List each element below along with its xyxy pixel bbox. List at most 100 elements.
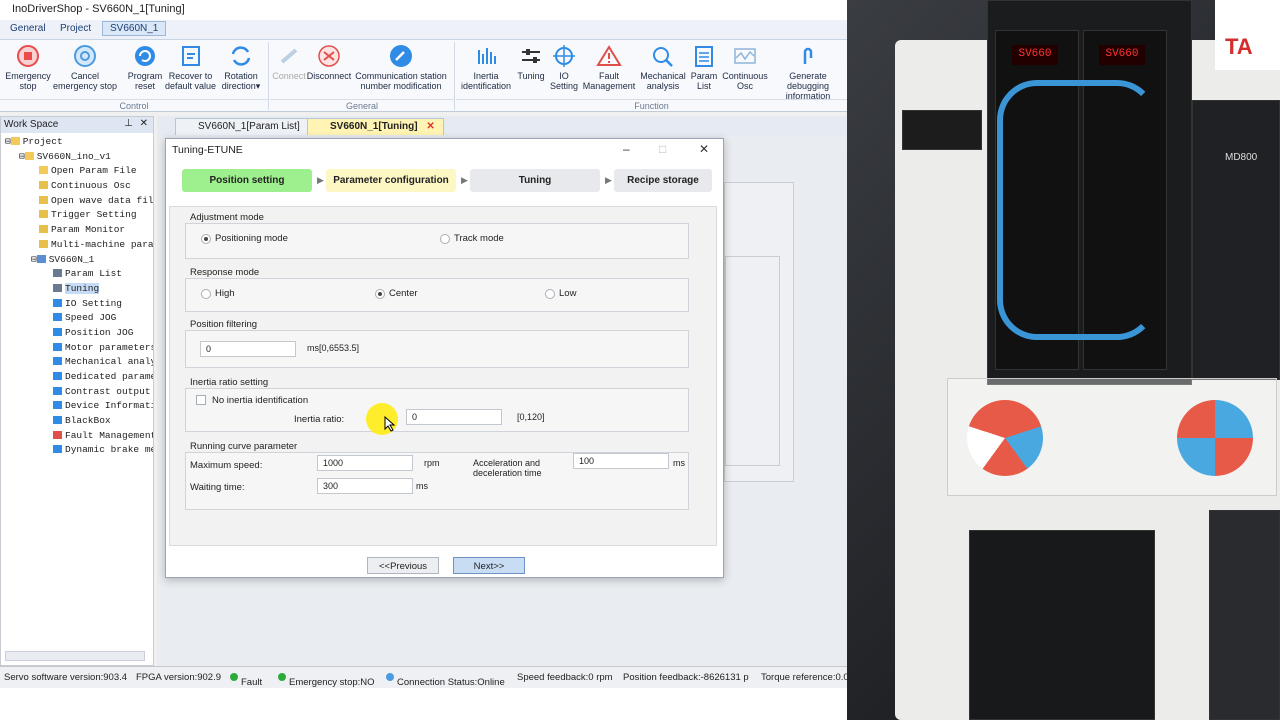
wizard-steps: Position setting ▶ Parameter configurati… (182, 169, 712, 193)
adjustment-mode-title: Adjustment mode (190, 212, 264, 223)
station-number-button[interactable]: Communication station number modification (352, 42, 450, 91)
tree-item[interactable]: Continuous Osc (1, 180, 153, 195)
list-icon (695, 46, 713, 67)
rotation-direction-button[interactable]: Rotation direction▾ (218, 42, 264, 91)
tree-item[interactable]: Trigger Setting (1, 209, 153, 224)
pin-icon[interactable]: ⊥ (124, 118, 133, 129)
step-parameter-configuration[interactable]: Parameter configuration (326, 169, 456, 192)
tree-item[interactable]: Contrast output (1, 386, 153, 401)
reset-icon (135, 46, 155, 66)
close-icon[interactable]: ✕ (140, 118, 148, 129)
tree-item[interactable]: Param List (1, 268, 153, 283)
debug-icon (803, 47, 813, 64)
response-mode-title: Response mode (190, 267, 260, 278)
program-reset-button[interactable]: Program reset (122, 42, 168, 91)
tab-tuning[interactable]: SV660N_1[Tuning] ✕ (307, 118, 444, 135)
tree-item[interactable]: Open wave data fil (1, 195, 153, 210)
close-icon[interactable]: ✕ (699, 142, 709, 156)
cancel-icon (74, 45, 96, 67)
document-tabs: SV660N_1[Param List] SV660N_1[Tuning] ✕ (157, 116, 847, 136)
motor-dial-2 (1177, 400, 1253, 476)
tuning-icon (522, 49, 540, 63)
emergency-status: Emergency stop:NO (278, 672, 375, 688)
dialog-title: Tuning-ETUNE (172, 144, 243, 156)
response-mode-box: High Center Low (185, 278, 689, 312)
tree-item[interactable]: Mechanical analy (1, 356, 153, 371)
minimize-icon[interactable]: – (623, 142, 630, 156)
recover-icon (181, 46, 200, 66)
tree-item[interactable]: Motor parameters (1, 342, 153, 357)
position-filtering-input[interactable]: 0 (200, 341, 296, 357)
step-position-setting[interactable]: Position setting (182, 169, 312, 192)
cables (997, 80, 1157, 340)
waiting-time-input[interactable]: 300 (317, 478, 413, 494)
io-icon (553, 45, 575, 67)
step-recipe-storage[interactable]: Recipe storage (614, 169, 712, 192)
terminal-block (902, 110, 982, 150)
mouse-pointer-icon (384, 416, 396, 432)
tree-item[interactable]: Param Monitor (1, 224, 153, 239)
hardware-camera-view: SV660 SV660 MD800 TA (847, 0, 1280, 720)
response-low-radio[interactable] (545, 289, 555, 299)
tree-item[interactable]: BlackBox (1, 415, 153, 430)
maximize-icon[interactable]: □ (659, 142, 666, 156)
adjustment-mode-box: Positioning mode Track mode (185, 223, 689, 259)
inertia-ratio-title: Inertia ratio setting (190, 377, 269, 388)
tree-item[interactable]: Speed JOG (1, 312, 153, 327)
tree-item[interactable]: Fault Management (1, 430, 153, 445)
param-list-button[interactable]: Param List (688, 42, 720, 91)
menu-device[interactable]: SV660N_1 (102, 21, 167, 36)
step-tuning[interactable]: Tuning (470, 169, 600, 192)
tree-item[interactable]: Open Param File (1, 165, 153, 180)
cancel-emergency-stop-button[interactable]: Cancel emergency stop (52, 42, 118, 91)
inertia-identification-button[interactable]: Inertia identification (458, 42, 514, 91)
workspace-header: Work Space ⊥ ✕ (1, 117, 153, 133)
step-arrow-icon: ▶ (317, 175, 324, 185)
disconnect-button[interactable]: Disconnect (306, 42, 352, 81)
previous-button[interactable]: <<Previous (367, 557, 439, 574)
continuous-osc-button[interactable]: Continuous Osc (718, 42, 772, 91)
tree-item[interactable]: Device Informati (1, 400, 153, 415)
step-arrow-icon: ▶ (461, 175, 468, 185)
inertia-ratio-box: No inertia identification Inertia ratio:… (185, 388, 689, 432)
max-speed-input[interactable]: 1000 (317, 455, 413, 471)
no-inertia-checkbox[interactable] (196, 395, 206, 405)
inertia-ratio-label: Inertia ratio: (294, 414, 345, 425)
menu-project[interactable]: Project (60, 23, 91, 34)
tuning-button[interactable]: Tuning (514, 42, 548, 81)
tree-item[interactable]: IO Setting (1, 298, 153, 313)
tree-item[interactable]: Dynamic brake me (1, 444, 153, 459)
response-high-radio[interactable] (201, 289, 211, 299)
tree-item[interactable]: ⊟ SV660N_ino_v1 (1, 151, 153, 166)
project-tree: ⊟ Project ⊟ SV660N_ino_v1 Open Param File … (1, 133, 153, 459)
mechanical-analysis-button[interactable]: Mechanical analysis (636, 42, 690, 91)
tree-item[interactable]: ⊟ Project (1, 136, 153, 151)
tree-item[interactable]: ⊟ SV660N_1 (1, 254, 153, 269)
recover-default-button[interactable]: Recover to default value (163, 42, 218, 91)
accel-time-input[interactable]: 100 (573, 453, 669, 469)
io-setting-button[interactable]: IO Setting (546, 42, 582, 91)
tree-item[interactable]: Dedicated parame (1, 371, 153, 386)
track-mode-radio[interactable] (440, 234, 450, 244)
connection-status: Connection Status:Online (386, 672, 505, 688)
app-window: InoDriverShop - SV660N_1[Tuning] General… (0, 0, 847, 688)
fault-icon (596, 45, 622, 66)
tree-item[interactable]: Multi-machine para (1, 239, 153, 254)
tuning-dialog: Tuning-ETUNE – □ ✕ Position setting ▶ Pa… (165, 138, 724, 578)
tree-item[interactable]: Position JOG (1, 327, 153, 342)
horizontal-scrollbar[interactable] (5, 651, 145, 661)
tree-item-tuning[interactable]: Tuning (1, 282, 153, 298)
position-filtering-box: 0 ms[0,6553.5] (185, 330, 689, 368)
response-center-radio[interactable] (375, 289, 385, 299)
emergency-stop-button[interactable]: Emergency stop (3, 42, 53, 91)
fault-management-button[interactable]: Fault Management (580, 42, 638, 91)
generate-debug-info-button[interactable]: Generate debugging information (770, 42, 846, 101)
inertia-ratio-input[interactable]: 0 (406, 409, 502, 425)
next-button[interactable]: Next>> (453, 557, 525, 574)
fault-indicator-icon (230, 673, 238, 681)
menu-general[interactable]: General (10, 23, 46, 34)
positioning-mode-radio[interactable] (201, 234, 211, 244)
tab-param-list[interactable]: SV660N_1[Param List] (175, 118, 309, 135)
tab-close-icon[interactable]: ✕ (426, 121, 434, 132)
connect-button[interactable]: Connect (272, 42, 306, 81)
